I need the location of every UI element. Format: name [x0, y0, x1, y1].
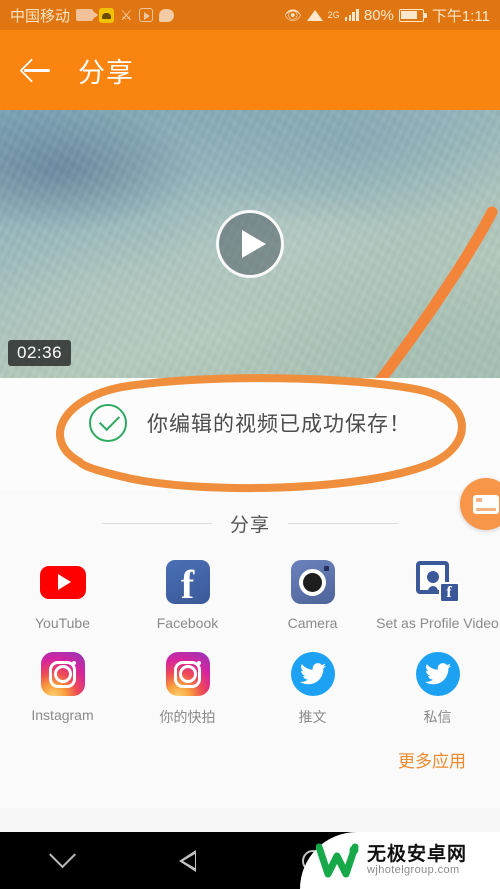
chat-bubble-icon — [158, 8, 174, 22]
card-icon — [473, 494, 499, 514]
phone-screen: 中国移动 ⚔ 👁 2G 80% 下午1:11 分享 02:36 你编辑的视频已成… — [0, 0, 500, 889]
carrier-label: 中国移动 — [10, 7, 71, 25]
status-bar: 中国移动 ⚔ 👁 2G 80% 下午1:11 — [0, 0, 500, 30]
battery-icon — [398, 8, 427, 22]
watermark-text: 无极安卓网 wjhotelgroup.com — [367, 843, 468, 876]
camera-icon — [290, 559, 336, 605]
nav-back-button[interactable] — [158, 841, 218, 881]
instagram-icon — [40, 651, 86, 697]
more-apps-link[interactable]: 更多应用 — [398, 747, 466, 772]
share-item-label: Set as Profile Video — [376, 615, 499, 631]
share-item-instagram[interactable]: Instagram — [0, 637, 125, 733]
share-item-label: Instagram — [31, 707, 94, 723]
watermark-url: wjhotelgroup.com — [367, 863, 460, 876]
battery-percent-label: 80% — [363, 6, 394, 24]
facebook-icon: f — [165, 559, 211, 605]
more-apps-row: 更多应用 — [0, 733, 500, 782]
share-grid-row-1: YouTube f Facebook Camera f Set as Profi… — [0, 547, 500, 637]
wifi-icon — [306, 9, 323, 21]
hide-nav-button[interactable] — [33, 841, 93, 881]
app-bar: 分享 — [0, 30, 500, 110]
share-grid-row-2: Instagram 你的快拍 推文 私信 — [0, 637, 500, 733]
video-camera-icon — [76, 9, 99, 21]
share-section-header: 分享 — [0, 496, 500, 547]
signal-bars-icon — [344, 9, 359, 21]
share-item-profile-video[interactable]: f Set as Profile Video — [375, 547, 500, 637]
panel-bottom-spacer — [0, 782, 500, 808]
share-item-youtube[interactable]: YouTube — [0, 547, 125, 637]
divider-right — [288, 523, 398, 524]
instagram-story-icon — [165, 651, 211, 697]
twitter-dm-icon — [415, 651, 461, 697]
share-item-label: 你的快拍 — [159, 709, 216, 725]
network-type-label: 2G — [327, 10, 340, 20]
divider-left — [101, 523, 212, 524]
watermark-title: 无极安卓网 — [367, 843, 468, 865]
watermark: 无极安卓网 wjhotelgroup.com — [300, 832, 500, 889]
w-logo-icon — [315, 843, 360, 879]
status-bar-right: 👁 2G 80% 下午1:11 — [284, 5, 490, 26]
video-duration-badge: 02:36 — [8, 340, 72, 366]
share-item-camera[interactable]: Camera — [250, 547, 375, 637]
triangle-back-icon — [179, 849, 196, 872]
eye-icon: 👁 — [283, 6, 302, 23]
success-message-row: 你编辑的视频已成功保存！ — [0, 404, 500, 442]
play-box-icon — [138, 8, 153, 22]
share-item-label: 推文 — [298, 709, 327, 725]
share-item-direct-message[interactable]: 私信 — [375, 637, 500, 733]
share-item-instagram-story[interactable]: 你的快拍 — [125, 637, 250, 733]
success-message-area: 你编辑的视频已成功保存！ — [0, 374, 500, 493]
share-item-label: Facebook — [156, 615, 219, 631]
share-item-label: Camera — [287, 615, 338, 631]
share-section-label: 分享 — [229, 515, 270, 536]
check-circle-icon — [89, 404, 127, 442]
back-arrow-icon[interactable] — [22, 55, 52, 85]
share-panel: 分享 YouTube f Facebook Camera f Set as Pr… — [0, 490, 500, 782]
share-item-label: YouTube — [34, 615, 90, 631]
page-title: 分享 — [78, 57, 134, 88]
twitter-icon — [290, 651, 336, 697]
profile-video-icon: f — [415, 559, 461, 605]
video-preview[interactable]: 02:36 — [0, 110, 500, 378]
person-icon: ⚔ — [120, 7, 133, 23]
success-message-label: 你编辑的视频已成功保存！ — [147, 413, 411, 436]
app-yellow-icon — [99, 7, 115, 23]
share-item-label: 私信 — [423, 709, 452, 725]
share-item-tweet[interactable]: 推文 — [250, 637, 375, 733]
status-bar-left: 中国移动 ⚔ — [10, 5, 284, 26]
youtube-icon — [39, 559, 86, 605]
clock-label: 下午1:11 — [431, 7, 490, 25]
chevron-down-icon — [49, 841, 76, 869]
play-button-icon[interactable] — [216, 210, 284, 278]
play-triangle-icon — [241, 230, 266, 258]
share-item-facebook[interactable]: f Facebook — [125, 547, 250, 637]
